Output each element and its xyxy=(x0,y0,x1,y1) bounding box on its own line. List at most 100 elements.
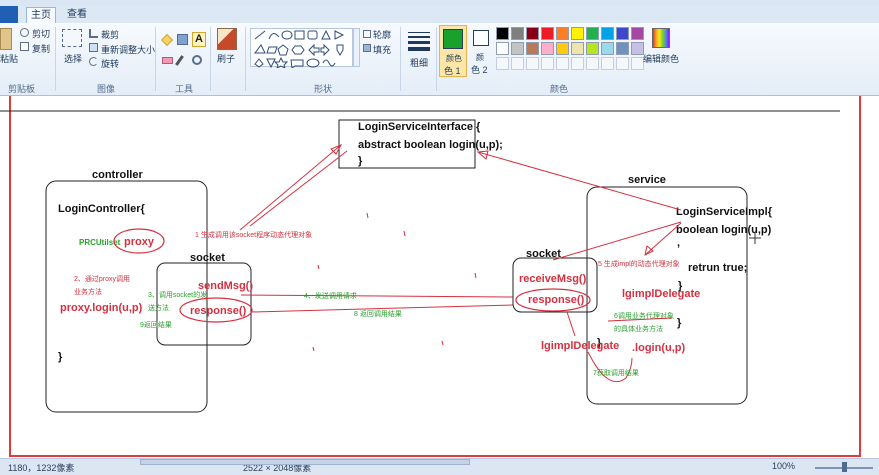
paste-icon[interactable] xyxy=(0,28,12,50)
rotate-button[interactable]: 旋转 xyxy=(101,57,119,70)
line-size-icon[interactable] xyxy=(408,29,430,51)
service-login: boolean login(u,p) xyxy=(676,224,772,236)
right-socket-title: socket xyxy=(526,248,561,260)
step6b-label: 的具体业务方法 xyxy=(614,324,663,333)
palette-swatch[interactable] xyxy=(496,27,509,40)
palette-swatch[interactable] xyxy=(586,42,599,55)
palette-swatch[interactable] xyxy=(556,27,569,40)
palette-swatch-empty[interactable] xyxy=(556,57,569,70)
delegate-to-socket-arrow xyxy=(566,311,576,337)
crop-button[interactable]: 裁剪 xyxy=(101,28,119,41)
color2-button[interactable]: 颜 色 2 xyxy=(470,25,492,77)
left-socket-title: socket xyxy=(190,252,225,264)
palette-swatch-empty[interactable] xyxy=(616,57,629,70)
zoom-slider-thumb[interactable] xyxy=(842,462,847,472)
palette-swatch[interactable] xyxy=(511,42,524,55)
copy-button[interactable]: 复制 xyxy=(32,42,50,55)
edit-colors-button[interactable]: 编辑颜色 xyxy=(643,52,679,65)
cursor-position: 1180，1232像素 xyxy=(8,463,75,473)
service-comma: , xyxy=(677,237,680,249)
palette-swatch-empty[interactable] xyxy=(541,57,554,70)
select-icon[interactable] xyxy=(62,29,82,47)
paint-menu-button[interactable] xyxy=(0,6,18,23)
copy-icon xyxy=(20,42,29,51)
select-label[interactable]: 选择 xyxy=(64,52,82,65)
palette-swatch-empty[interactable] xyxy=(601,57,614,70)
tab-home[interactable]: 主页 xyxy=(26,7,56,23)
palette-swatch[interactable] xyxy=(631,27,644,40)
color2-swatch xyxy=(473,30,489,46)
tab-view[interactable]: 查看 xyxy=(62,7,92,23)
palette-swatch[interactable] xyxy=(571,42,584,55)
diagram[interactable]: LoginServiceInterface { abstract boolean… xyxy=(0,59,879,458)
palette-swatch[interactable] xyxy=(556,42,569,55)
delegate1-label: lgimplDelegate xyxy=(622,288,700,300)
palette-swatch[interactable] xyxy=(601,27,614,40)
palette-swatch-empty[interactable] xyxy=(511,57,524,70)
ribbon-divider xyxy=(155,27,156,91)
shapes-gallery[interactable] xyxy=(250,28,353,69)
stray-mark xyxy=(366,212,369,219)
interface-line3: } xyxy=(358,155,363,167)
image-group-label: 图像 xyxy=(97,84,116,94)
palette-swatch-empty[interactable] xyxy=(496,57,509,70)
proxy-label: proxy xyxy=(124,236,155,248)
scissors-icon xyxy=(20,28,29,37)
palette-swatch[interactable] xyxy=(616,42,629,55)
size-button[interactable]: 粗细 xyxy=(410,56,428,69)
response-right-label: response() xyxy=(528,294,585,306)
proxy-to-interface-arrow xyxy=(239,144,342,231)
magnifier-icon[interactable] xyxy=(192,55,202,65)
color2-label: 颜 xyxy=(476,53,484,62)
horizontal-scrollbar-thumb[interactable] xyxy=(140,459,470,465)
colors-group-label: 颜色 xyxy=(550,84,569,94)
fill-shape-button[interactable]: 填充 xyxy=(373,43,391,56)
palette-swatch[interactable] xyxy=(526,27,539,40)
palette-swatch[interactable] xyxy=(511,27,524,40)
brushes-button[interactable]: 刷子 xyxy=(217,52,235,65)
palette-swatch[interactable] xyxy=(526,42,539,55)
palette-swatch[interactable] xyxy=(571,27,584,40)
interface-line2: abstract boolean login(u,p); xyxy=(358,139,503,151)
eraser-icon[interactable] xyxy=(162,57,173,64)
palette-swatch-empty[interactable] xyxy=(571,57,584,70)
text-icon[interactable]: A xyxy=(192,32,206,47)
proxy-login-call: proxy.login(u,p) xyxy=(60,302,143,314)
service-brace2: } xyxy=(677,317,682,329)
step7-label: 7获取调用结果 xyxy=(593,368,639,377)
palette-swatch[interactable] xyxy=(616,27,629,40)
left-socket-box xyxy=(156,262,252,346)
palette-swatch[interactable] xyxy=(541,27,554,40)
palette-swatch[interactable] xyxy=(541,42,554,55)
result-curve xyxy=(587,351,633,383)
palette-swatch[interactable] xyxy=(496,42,509,55)
line-size-bar xyxy=(408,47,430,51)
brush-icon[interactable] xyxy=(217,28,237,50)
palette-swatch-empty[interactable] xyxy=(526,57,539,70)
resize-button[interactable]: 重新调整大小 xyxy=(101,43,155,56)
stray-mark xyxy=(474,272,477,279)
color1-button[interactable]: 颜色 色 1 xyxy=(439,25,467,77)
step2-label: 2、通过proxy调用 xyxy=(74,274,130,283)
paste-label[interactable]: 粘贴 xyxy=(0,52,18,65)
service-impl: LoginServiceImpl{ xyxy=(676,206,773,218)
palette-swatch[interactable] xyxy=(586,27,599,40)
ribbon-divider xyxy=(55,27,56,91)
color1-sublabel: 色 1 xyxy=(444,66,461,76)
outline-button[interactable]: 轮廓 xyxy=(373,28,391,41)
step3-label: 3、调用socket的发 xyxy=(148,290,207,299)
fill-icon[interactable] xyxy=(177,34,188,45)
stray-mark xyxy=(441,340,444,346)
palette-swatch-empty[interactable] xyxy=(586,57,599,70)
palette-swatch[interactable] xyxy=(601,42,614,55)
shapes-scroll-icon[interactable] xyxy=(353,28,360,67)
clipboard-group-label: 剪贴板 xyxy=(8,84,36,94)
arrowhead xyxy=(476,150,489,160)
outline-icon xyxy=(363,30,371,38)
retrun-true: retrun true; xyxy=(688,262,747,274)
controller-close: } xyxy=(58,351,63,363)
cut-button[interactable]: 剪切 xyxy=(32,27,50,40)
edit-colors-icon[interactable] xyxy=(652,28,670,48)
request-arrow xyxy=(240,294,514,298)
drawing-canvas[interactable]: LoginServiceInterface { abstract boolean… xyxy=(0,59,879,458)
